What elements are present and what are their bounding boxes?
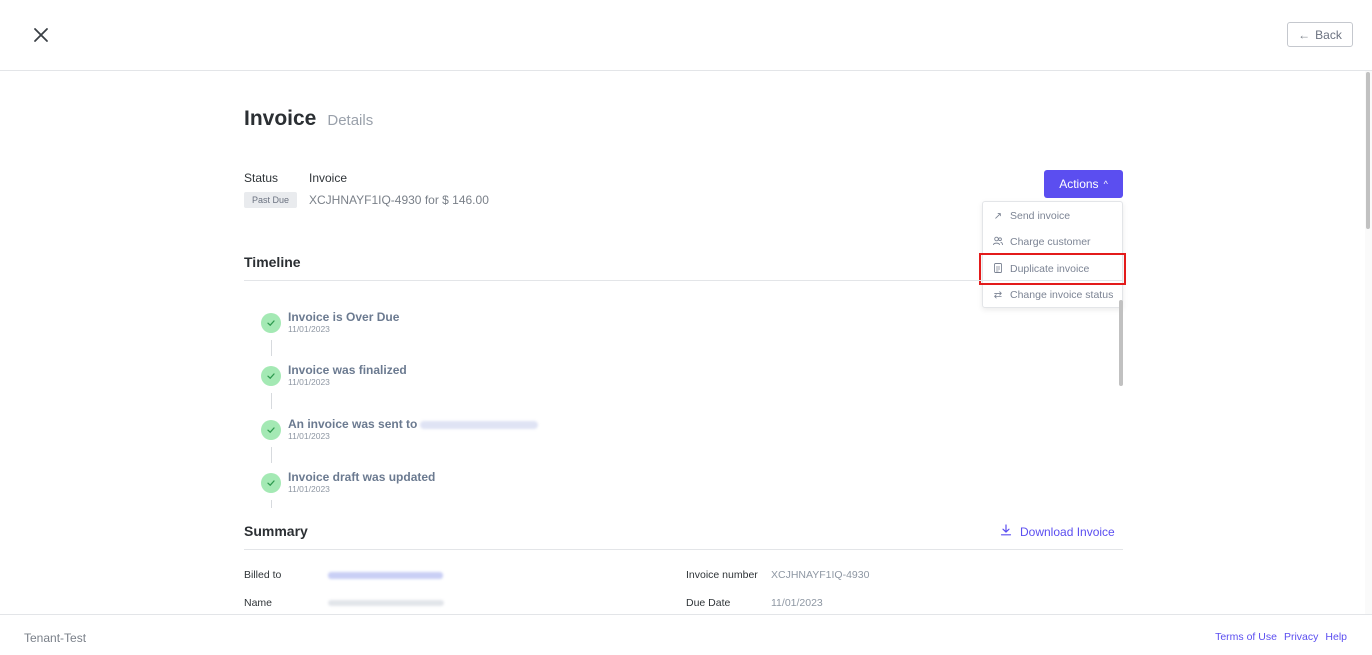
timeline-title: Timeline	[244, 254, 301, 270]
document-icon	[993, 262, 1003, 276]
menu-item-label: Send invoice	[1010, 210, 1071, 222]
tenant-name: Tenant-Test	[24, 631, 87, 645]
timeline-scrollbar-thumb[interactable]	[1119, 300, 1123, 386]
due-date-value: 11/01/2023	[771, 597, 823, 609]
menu-item-change-invoice-status[interactable]: ⇄ Change invoice status	[983, 282, 1122, 308]
menu-item-label: Duplicate invoice	[1010, 263, 1090, 275]
due-date-label: Due Date	[686, 597, 731, 609]
timeline-event-title: An invoice was sent to	[288, 417, 539, 431]
chevron-up-icon: ^	[1103, 179, 1108, 189]
menu-item-charge-customer[interactable]: Charge customer	[983, 229, 1122, 255]
timeline-event-title: Invoice is Over Due	[288, 310, 400, 324]
page-scrollbar-thumb[interactable]	[1366, 72, 1370, 229]
invoice-number-value: XCJHNAYF1IQ-4930	[771, 569, 870, 581]
help-link[interactable]: Help	[1325, 631, 1347, 643]
timeline-event-date: 11/01/2023	[288, 377, 330, 387]
status-label: Status	[244, 171, 279, 185]
timeline-event-title: Invoice draft was updated	[288, 470, 436, 484]
privacy-link[interactable]: Privacy	[1284, 631, 1318, 643]
download-icon	[1000, 524, 1012, 539]
invoice-summary-text: XCJHNAYF1IQ-4930 for $ 146.00	[309, 193, 489, 207]
users-icon	[993, 236, 1003, 249]
top-bar: ← Back	[0, 0, 1372, 71]
timeline-event-date: 11/01/2023	[288, 484, 330, 494]
back-button-label: Back	[1315, 27, 1342, 42]
timeline-event-title: Invoice was finalized	[288, 363, 407, 377]
name-label: Name	[244, 597, 273, 609]
actions-button-label: Actions	[1059, 177, 1099, 191]
download-invoice-link[interactable]: Download Invoice	[1000, 524, 1115, 539]
check-icon	[261, 366, 281, 386]
page-title-subtitle: Details	[327, 112, 374, 129]
timeline-divider	[244, 280, 1123, 281]
redacted-billed-to-email[interactable]	[328, 572, 443, 579]
back-button[interactable]: ← Back	[1287, 22, 1353, 47]
timeline-connector	[271, 393, 272, 409]
footer: Tenant-Test Terms of Use Privacy Help	[0, 614, 1372, 655]
status-badge: Past Due	[244, 192, 298, 208]
arrow-left-icon: ←	[1298, 27, 1311, 42]
summary-divider	[244, 549, 1123, 550]
arrow-up-right-icon: ↗	[993, 210, 1003, 222]
menu-item-send-invoice[interactable]: ↗ Send invoice	[983, 203, 1122, 229]
menu-item-duplicate-invoice[interactable]: Duplicate invoice	[983, 256, 1122, 282]
footer-links: Terms of Use Privacy Help	[1215, 631, 1347, 643]
billed-to-label: Billed to	[244, 569, 282, 581]
page-title: Invoice Details	[244, 107, 373, 131]
terms-link[interactable]: Terms of Use	[1215, 631, 1277, 643]
swap-arrows-icon: ⇄	[993, 289, 1003, 301]
actions-dropdown-menu: ↗ Send invoice Charge customer Duplicate…	[982, 201, 1123, 308]
actions-button[interactable]: Actions ^	[1044, 170, 1123, 198]
invoice-label: Invoice	[309, 171, 348, 185]
check-icon	[261, 313, 281, 333]
download-invoice-label: Download Invoice	[1020, 524, 1115, 539]
check-icon	[261, 420, 281, 440]
timeline-event-date: 11/01/2023	[288, 324, 330, 334]
timeline-connector	[271, 340, 272, 356]
redacted-customer-name	[328, 600, 444, 606]
timeline-connector	[271, 500, 272, 508]
summary-title: Summary	[244, 523, 308, 539]
timeline-event-text: An invoice was sent to	[288, 417, 418, 431]
check-icon	[261, 473, 281, 493]
invoice-number-label: Invoice number	[686, 569, 758, 581]
close-icon[interactable]	[30, 24, 52, 46]
menu-item-label: Charge customer	[1010, 236, 1091, 248]
timeline-connector	[271, 447, 272, 463]
timeline-event-date: 11/01/2023	[288, 431, 330, 441]
menu-item-label: Change invoice status	[1010, 289, 1114, 301]
redacted-email	[420, 420, 539, 429]
page-title-main: Invoice	[244, 107, 317, 130]
